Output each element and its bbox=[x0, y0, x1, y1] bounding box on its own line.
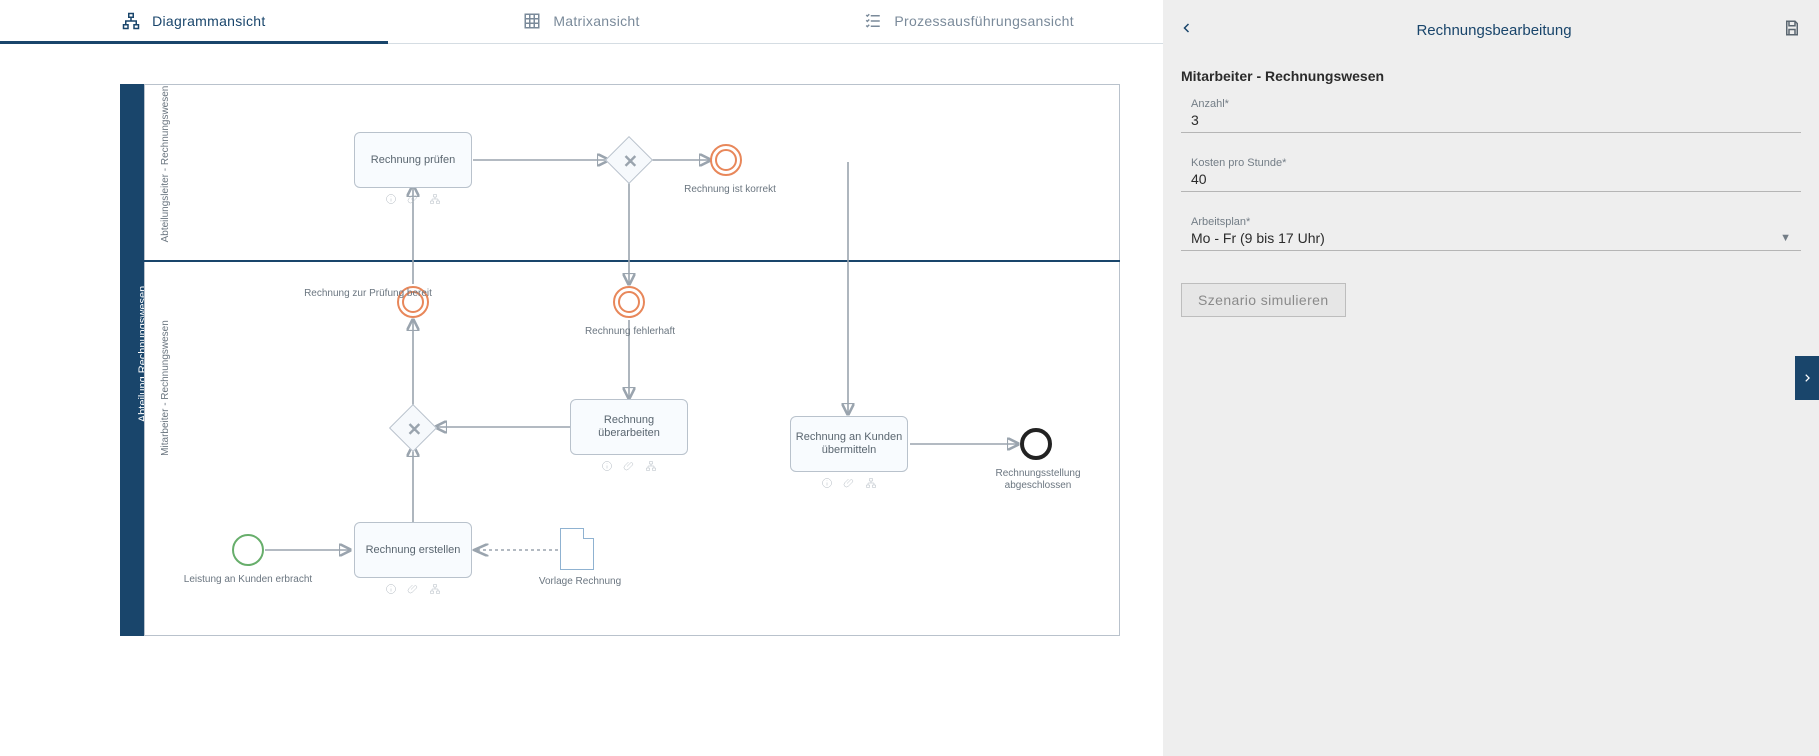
field-value: Mo - Fr (9 bis 17 Uhr) bbox=[1191, 230, 1325, 246]
chevron-down-icon: ▼ bbox=[1780, 232, 1791, 244]
event-fehlerhaft-label: Rechnung fehlerhaft bbox=[560, 326, 700, 338]
chevron-left-icon bbox=[1181, 22, 1193, 34]
lane-top-label: Abteilungsleiter - Rechnungswesen bbox=[160, 84, 171, 244]
event-start-label: Leistung an Kunden erbracht bbox=[178, 574, 318, 586]
lane-bottom-label: Mitarbeiter - Rechnungswesen bbox=[160, 262, 171, 514]
field-label: Kosten pro Stunde* bbox=[1191, 157, 1791, 169]
pool-header: Abteilung Rechnungswesen bbox=[120, 84, 144, 636]
drawer-toggle[interactable] bbox=[1795, 356, 1819, 400]
dataobject-vorlage[interactable] bbox=[560, 528, 594, 570]
org-icon bbox=[429, 193, 441, 205]
tab-matrix[interactable]: Matrixansicht bbox=[388, 0, 776, 44]
event-bereit-label: Rechnung zur Prüfung bereit bbox=[298, 288, 438, 300]
simulate-button[interactable]: Szenario simulieren bbox=[1181, 283, 1346, 317]
event-korrekt-label: Rechnung ist korrekt bbox=[660, 184, 800, 196]
info-icon bbox=[601, 460, 613, 472]
event-end-label: Rechnungsstellung abgeschlossen bbox=[968, 468, 1108, 492]
simulate-label: Szenario simulieren bbox=[1198, 292, 1329, 308]
section-title: Mitarbeiter - Rechnungswesen bbox=[1181, 68, 1801, 84]
field-value: 40 bbox=[1191, 171, 1791, 187]
task-indicator-icons bbox=[385, 193, 441, 205]
task-label: Rechnung erstellen bbox=[366, 544, 461, 557]
bpmn-diagram[interactable]: Abteilung Rechnungswesen Abteilungsleite… bbox=[120, 84, 1120, 636]
task-indicator-icons bbox=[385, 583, 441, 595]
org-icon bbox=[865, 477, 877, 489]
properties-panel: Rechnungsbearbeitung Mitarbeiter - Rechn… bbox=[1163, 0, 1819, 756]
attachment-icon bbox=[623, 460, 635, 472]
event-start[interactable] bbox=[232, 534, 264, 566]
tab-matrix-label: Matrixansicht bbox=[553, 13, 639, 29]
info-icon bbox=[385, 193, 397, 205]
event-end[interactable] bbox=[1020, 428, 1052, 460]
lane-separator bbox=[144, 260, 1120, 262]
task-rechnung-uebermitteln[interactable]: Rechnung an Kunden übermitteln bbox=[790, 416, 908, 472]
field-value: 3 bbox=[1191, 112, 1791, 128]
info-icon bbox=[821, 477, 833, 489]
back-button[interactable] bbox=[1181, 21, 1205, 39]
task-indicator-icons bbox=[821, 477, 877, 489]
panel-title: Rechnungsbearbeitung bbox=[1205, 22, 1783, 39]
info-icon bbox=[385, 583, 397, 595]
field-label: Anzahl* bbox=[1191, 98, 1791, 110]
task-rechnung-pruefen[interactable]: Rechnung prüfen bbox=[354, 132, 472, 188]
grid-icon bbox=[523, 12, 541, 30]
field-anzahl[interactable]: Anzahl* 3 bbox=[1181, 92, 1801, 133]
field-label: Arbeitsplan* bbox=[1191, 216, 1791, 228]
org-icon bbox=[645, 460, 657, 472]
task-indicator-icons bbox=[601, 460, 657, 472]
chevron-right-icon bbox=[1802, 373, 1812, 383]
task-label: Rechnung prüfen bbox=[371, 154, 455, 167]
attachment-icon bbox=[407, 583, 419, 595]
x-icon: ✕ bbox=[623, 152, 638, 173]
attachment-icon bbox=[407, 193, 419, 205]
hierarchy-icon bbox=[122, 12, 140, 30]
field-kosten[interactable]: Kosten pro Stunde* 40 bbox=[1181, 151, 1801, 192]
org-icon bbox=[429, 583, 441, 595]
tab-exec-label: Prozessausführungsansicht bbox=[894, 13, 1074, 29]
task-label: Rechnung überarbeiten bbox=[575, 414, 683, 440]
event-fehlerhaft[interactable] bbox=[613, 286, 645, 318]
save-button[interactable] bbox=[1783, 19, 1801, 42]
task-rechnung-erstellen[interactable]: Rechnung erstellen bbox=[354, 522, 472, 578]
field-arbeitsplan[interactable]: Arbeitsplan* Mo - Fr (9 bis 17 Uhr) ▼ bbox=[1181, 210, 1801, 251]
task-label: Rechnung an Kunden übermitteln bbox=[795, 431, 903, 457]
x-icon: ✕ bbox=[407, 420, 422, 441]
task-rechnung-ueberarbeiten[interactable]: Rechnung überarbeiten bbox=[570, 399, 688, 455]
event-rechnung-korrekt[interactable] bbox=[710, 144, 742, 176]
tab-diagram-label: Diagrammansicht bbox=[152, 13, 265, 29]
tab-execution[interactable]: Prozessausführungsansicht bbox=[775, 0, 1163, 44]
tab-diagram[interactable]: Diagrammansicht bbox=[0, 0, 388, 44]
list-check-icon bbox=[864, 12, 882, 30]
dataobject-label: Vorlage Rechnung bbox=[510, 576, 650, 588]
attachment-icon bbox=[843, 477, 855, 489]
save-icon bbox=[1783, 19, 1801, 37]
